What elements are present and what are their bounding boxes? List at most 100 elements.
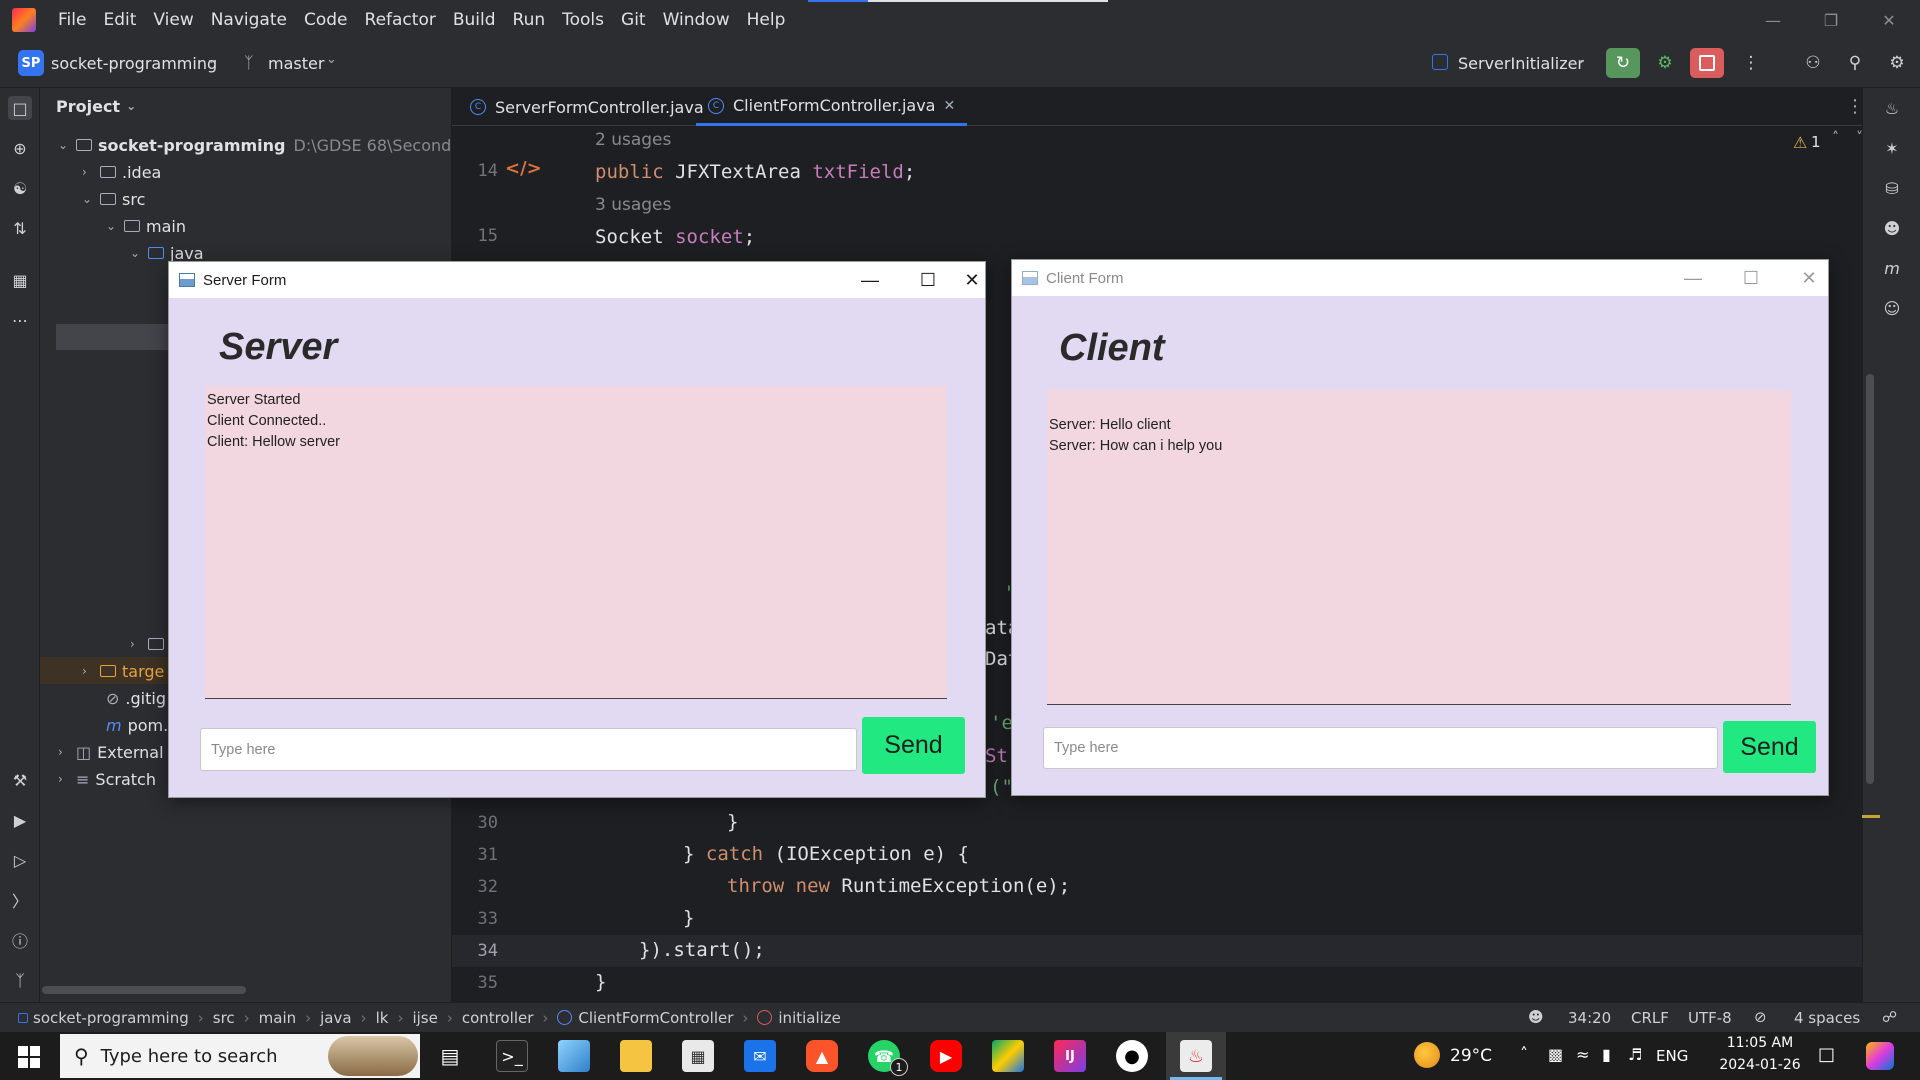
java-app-icon[interactable]: ♨ (1180, 1040, 1212, 1072)
client-form-titlebar[interactable]: Client Form — ☐ ✕ (1012, 260, 1828, 296)
project-horizontal-scrollbar[interactable] (42, 986, 246, 994)
client-message-area[interactable]: Server: Hello client Server: How can i h… (1047, 390, 1791, 705)
chevron-right-icon[interactable]: › (58, 772, 76, 786)
copilot-icon[interactable]: ☻ (1880, 216, 1904, 240)
tree-item-root[interactable]: ⌄ socket-programming D:\GDSE 68\Second (58, 132, 451, 158)
warning-stripe-marker[interactable] (1862, 815, 1880, 818)
problems-icon[interactable]: ⓘ (8, 928, 32, 952)
usages-hint[interactable]: 3 usages (595, 195, 671, 215)
tree-item-external-libraries[interactable]: › ◫ External (58, 739, 164, 765)
chevron-down-icon[interactable]: ⌄ (130, 246, 148, 260)
search-icon[interactable]: ⚲ (1838, 48, 1872, 78)
project-tool-icon[interactable]: □ (8, 96, 32, 120)
caret-position[interactable]: 34:20 (1568, 1009, 1611, 1027)
maven-icon[interactable]: m (1880, 256, 1904, 280)
menu-navigate[interactable]: Navigate (211, 10, 287, 30)
ide-minimize-icon[interactable]: — (1744, 0, 1802, 40)
project-panel-title[interactable]: Project ⌄ (56, 93, 136, 119)
file-explorer-icon[interactable] (620, 1040, 652, 1072)
chevron-down-icon[interactable]: ⌄ (1576, 52, 1587, 67)
rerun-icon[interactable]: ↻ (1606, 48, 1640, 78)
menu-git[interactable]: Git (621, 10, 646, 30)
breadcrumb-item[interactable]: controller (462, 1009, 534, 1027)
tree-item-pom[interactable]: m pom. (106, 712, 168, 738)
tree-item-gitignore[interactable]: ⊘ .gitig (106, 685, 166, 711)
maximize-icon[interactable]: ☐ (1722, 260, 1780, 296)
minimize-icon[interactable]: — (841, 262, 899, 298)
copilot-status-icon[interactable]: ☻ (1528, 1008, 1544, 1026)
database-icon[interactable]: ⛁ (1880, 176, 1904, 200)
usages-hint[interactable]: 2 usages (595, 130, 671, 150)
tab-server-form-controller[interactable]: C ServerFormController.java (458, 88, 716, 126)
run-tool-icon[interactable]: ▷ (8, 848, 32, 872)
server-message-area[interactable]: Server Started Client Connected.. Client… (205, 386, 947, 699)
copilot-chat-icon[interactable]: ☺ (1880, 296, 1904, 320)
task-view-icon[interactable]: ▤ (434, 1040, 466, 1072)
chevron-down-icon[interactable]: ⌄ (126, 99, 136, 113)
microsoft-store-icon[interactable]: ▦ (682, 1040, 714, 1072)
copilot-taskbar-icon[interactable] (1866, 1042, 1894, 1070)
server-send-button[interactable]: Send (862, 717, 965, 774)
settings-gear-icon[interactable]: ⚙ (1880, 48, 1914, 78)
chevron-down-icon[interactable]: ⌄ (82, 192, 100, 206)
notifications-bell-icon[interactable]: ♨ (1880, 96, 1904, 120)
show-hidden-icons-chevron-up-icon[interactable]: ˄ (1520, 1044, 1528, 1063)
tree-item-scratches[interactable]: › ≡ Scratch (58, 766, 156, 792)
meet-icon[interactable] (992, 1040, 1024, 1072)
file-encoding[interactable]: UTF-8 (1688, 1009, 1732, 1027)
weather-icon[interactable] (1414, 1042, 1440, 1068)
server-form-titlebar[interactable]: Server Form — ☐ ✕ (169, 262, 985, 298)
menu-code[interactable]: Code (304, 10, 348, 30)
chevron-right-icon[interactable]: › (82, 664, 100, 678)
tree-item-main[interactable]: ⌄ main (106, 213, 186, 239)
clock-time[interactable]: 11:05 AM (1718, 1035, 1802, 1051)
chevron-down-icon[interactable]: ⌄ (326, 52, 337, 67)
breadcrumb-item[interactable]: socket-programming (33, 1009, 189, 1027)
battery-icon[interactable]: ▮ (1602, 1045, 1611, 1064)
plugins-icon[interactable]: ☯ (8, 176, 32, 200)
chevron-right-icon[interactable]: › (82, 165, 100, 179)
meet-now-icon[interactable]: ▩ (1548, 1045, 1563, 1064)
client-message-input[interactable]: Type here (1043, 727, 1718, 769)
build-hammer-icon[interactable]: ⚒ (8, 768, 32, 792)
clock-date[interactable]: 2024-01-26 (1714, 1057, 1806, 1073)
ide-restore-icon[interactable]: ❐ (1802, 0, 1860, 40)
minimize-icon[interactable]: — (1664, 260, 1722, 296)
tree-item-target[interactable]: › targe (82, 658, 164, 684)
menu-run[interactable]: Run (513, 10, 546, 30)
weather-temp[interactable]: 29°C (1450, 1046, 1492, 1066)
fxml-gutter-icon[interactable]: </> (505, 158, 542, 179)
wifi-icon[interactable]: ≈ (1576, 1045, 1589, 1064)
project-name[interactable]: socket-programming (51, 54, 217, 73)
branch-name[interactable]: master (268, 54, 324, 73)
breadcrumb-item[interactable]: initialize (778, 1009, 841, 1027)
breadcrumb-item[interactable]: src (213, 1009, 235, 1027)
input-language[interactable]: ENG (1656, 1047, 1688, 1065)
intellij-app-icon[interactable]: IJ (1054, 1040, 1086, 1072)
structure-icon[interactable]: ▦ (8, 268, 32, 292)
readonly-lock-icon[interactable]: ☍ (1882, 1008, 1897, 1026)
breadcrumb-item[interactable]: ClientFormController (578, 1009, 733, 1027)
youtube-icon[interactable]: ▶ (930, 1040, 962, 1072)
client-send-button[interactable]: Send (1723, 721, 1816, 773)
chevron-down-icon[interactable]: ⌄ (106, 219, 124, 233)
tree-item-src[interactable]: ⌄ src (82, 186, 145, 212)
chevron-down-icon[interactable]: ⌄ (206, 52, 217, 67)
menu-file[interactable]: File (58, 10, 86, 30)
chevron-right-icon[interactable]: › (58, 745, 76, 759)
warning-icon[interactable]: ⚠ (1793, 133, 1807, 152)
maximize-icon[interactable]: ☐ (899, 262, 957, 298)
more-icon[interactable]: ⋮ (1734, 48, 1768, 78)
more-tools-icon[interactable]: ⋯ (8, 308, 32, 332)
run-config-name[interactable]: ServerInitializer (1458, 54, 1584, 73)
menu-tools[interactable]: Tools (562, 10, 604, 30)
menu-build[interactable]: Build (453, 10, 496, 30)
menu-view[interactable]: View (153, 10, 193, 30)
close-icon[interactable]: ✕ (957, 262, 987, 298)
terminal-icon[interactable]: 〉 (8, 888, 32, 912)
debug-icon[interactable]: ⚙ (1648, 48, 1682, 78)
breadcrumb-item[interactable]: ijse (412, 1009, 437, 1027)
add-user-icon[interactable]: ⚇ (1796, 48, 1830, 78)
no-highlight-icon[interactable]: ⊘ (1754, 1008, 1767, 1026)
commit-icon[interactable]: ⊕ (8, 136, 32, 160)
